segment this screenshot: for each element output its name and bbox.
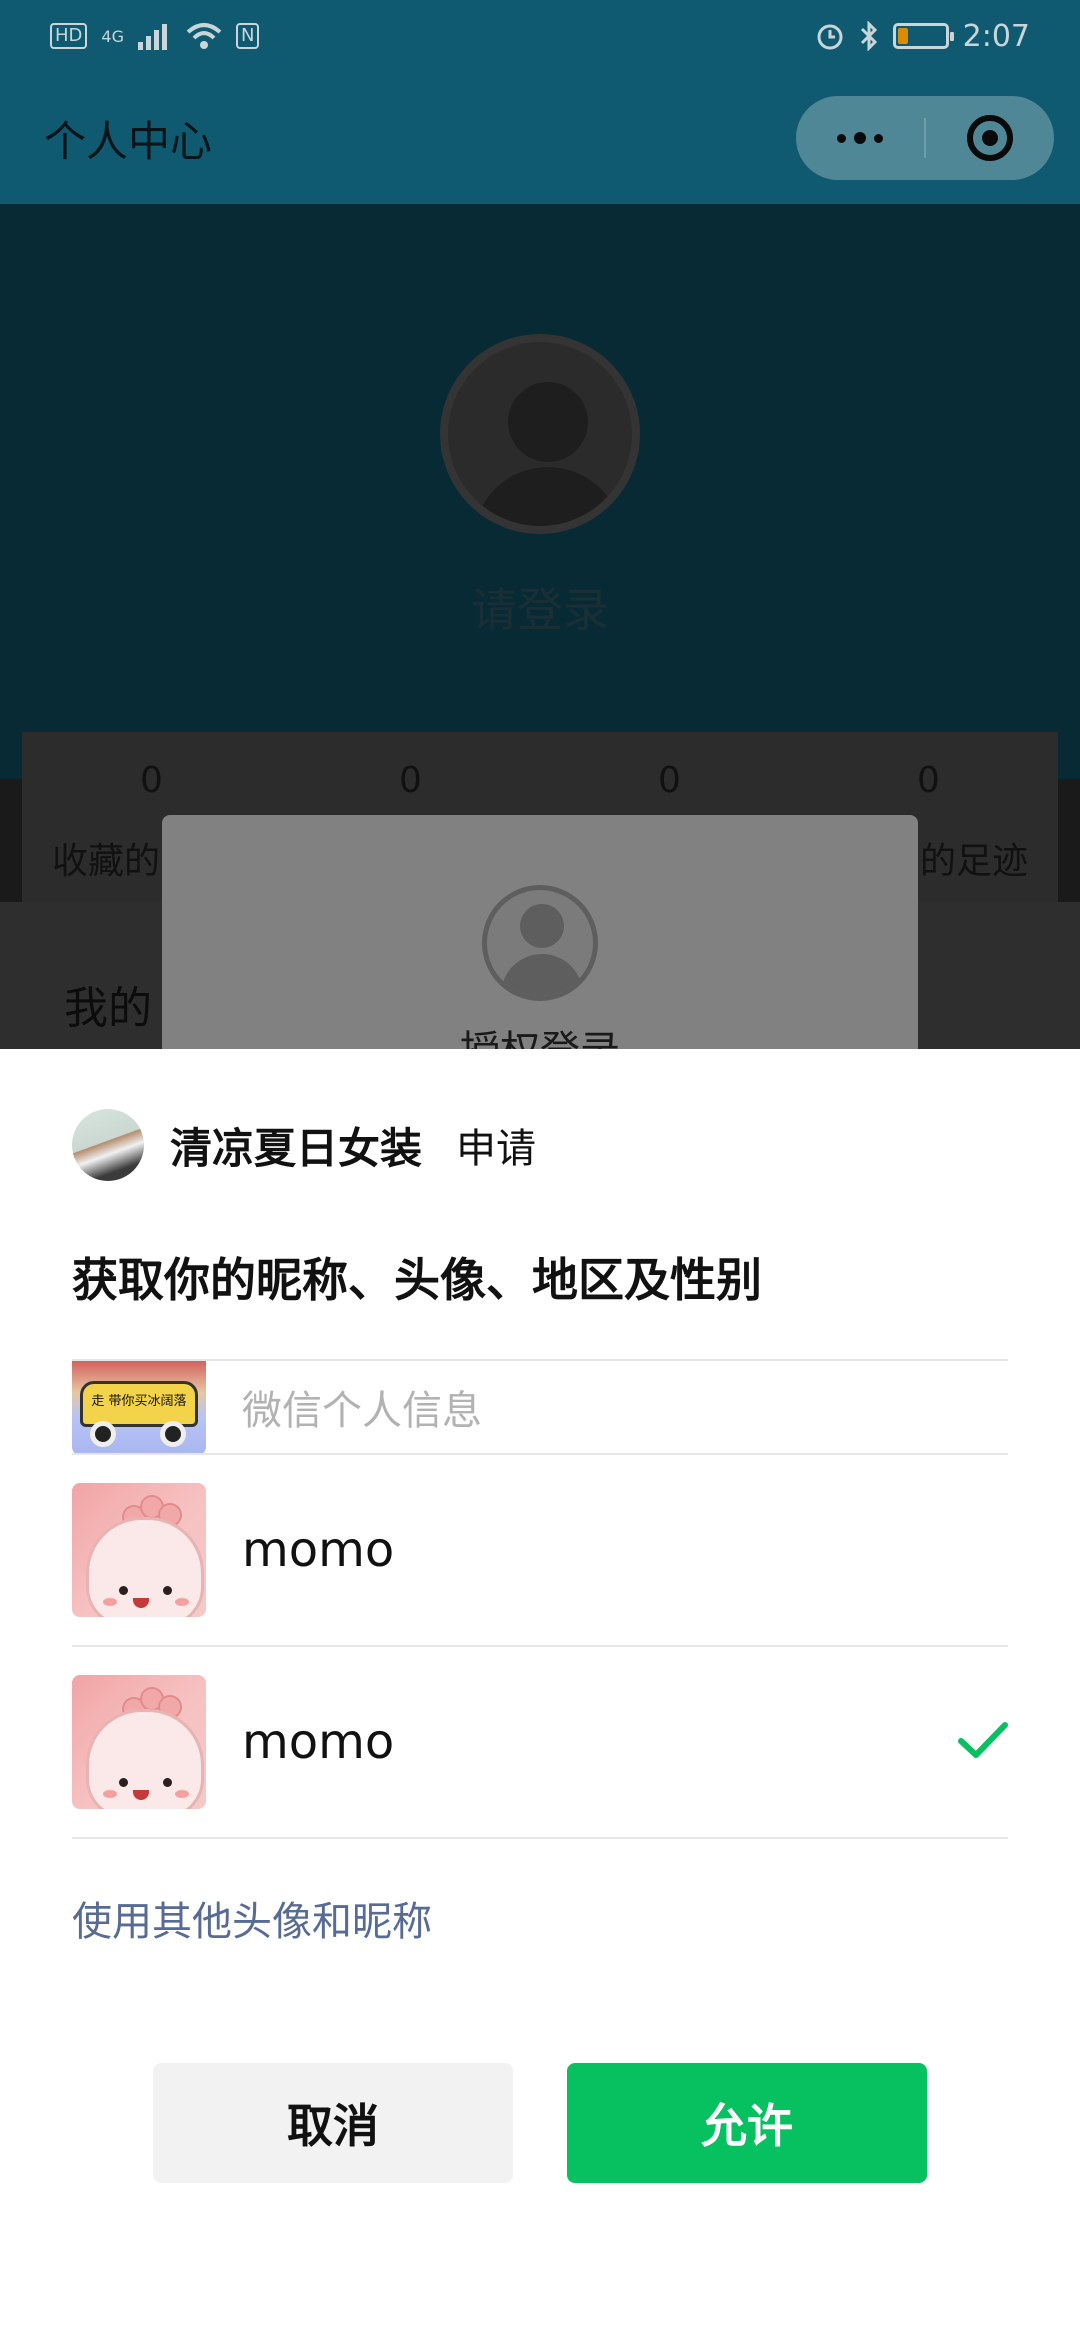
wifi-icon [186, 23, 222, 49]
profile-thumbnail [72, 1675, 206, 1809]
close-target-icon [966, 115, 1013, 161]
profile-option-label: momo [242, 1714, 395, 1770]
page-title: 个人中心 [44, 116, 213, 166]
cancel-button[interactable]: 取消 [153, 2063, 513, 2183]
allow-button[interactable]: 允许 [567, 2063, 927, 2183]
login-prompt[interactable]: 请登录 [0, 574, 1080, 640]
alarm-icon [817, 24, 843, 50]
avatar-placeholder-icon[interactable] [440, 334, 640, 534]
profile-option-wechat[interactable]: 走 带你买冰阔落 微信个人信息 [72, 1359, 1008, 1455]
status-left: HD 4G N [50, 22, 260, 50]
status-time: 2:07 [962, 18, 1030, 54]
profile-option-momo-2[interactable]: momo [72, 1647, 1008, 1839]
nfc-icon: N [235, 23, 260, 49]
battery-icon [892, 23, 954, 49]
section-title: 我的 [64, 983, 152, 1034]
mini-program-capsule [796, 96, 1054, 180]
nav-bar: 个人中心 [0, 72, 1080, 204]
more-button[interactable] [796, 96, 924, 180]
use-other-avatar-link[interactable]: 使用其他头像和昵称 [72, 1889, 432, 1947]
stat-count-2[interactable]: 0 [281, 760, 540, 801]
profile-option-label: 微信个人信息 [242, 1388, 482, 1434]
profile-thumbnail [72, 1483, 206, 1617]
stat-count-3[interactable]: 0 [540, 760, 799, 801]
profile-option-label: momo [242, 1522, 395, 1578]
status-right: 2:07 [815, 19, 1030, 54]
network-type: 4G [101, 26, 124, 46]
close-button[interactable] [926, 96, 1054, 180]
profile-thumbnail: 走 带你买冰阔落 [72, 1361, 206, 1453]
profile-option-list: 走 带你买冰阔落 微信个人信息 momo momo [72, 1359, 1008, 1839]
checkmark-icon [958, 1722, 1008, 1758]
status-bar: HD 4G N 2:07 [0, 0, 1080, 72]
hd-badge-icon: HD [50, 23, 88, 49]
avatar-placeholder-icon [482, 885, 598, 1001]
profile-option-momo-1[interactable]: momo [72, 1455, 1008, 1647]
stats-values: 0 0 0 0 [22, 760, 1058, 801]
profile-header: 请登录 [0, 204, 1080, 779]
request-word: 申请 [456, 1126, 537, 1172]
auth-login-card: 授权登录 [162, 815, 918, 1074]
app-name: 清凉夏日女装 [170, 1123, 423, 1173]
signal-icon [137, 24, 167, 50]
app-info-row: 清凉夏日女装 申请 [72, 1109, 536, 1181]
stat-label-footprint: 的足迹 [919, 841, 1028, 882]
bluetooth-icon [860, 21, 877, 51]
request-title: 获取你的昵称、头像、地区及性别 [72, 1253, 762, 1307]
thumbnail-caption: 走 带你买冰阔落 [80, 1381, 198, 1427]
stat-favorites-count[interactable]: 0 [22, 760, 281, 801]
authorization-sheet: 清凉夏日女装 申请 获取你的昵称、头像、地区及性别 走 带你买冰阔落 微信个人信… [0, 1049, 1080, 2340]
stat-label-favorites: 收藏的 [52, 841, 161, 882]
more-dots-icon [837, 132, 883, 144]
app-avatar [72, 1109, 144, 1181]
stat-footprint-count[interactable]: 0 [799, 760, 1058, 801]
